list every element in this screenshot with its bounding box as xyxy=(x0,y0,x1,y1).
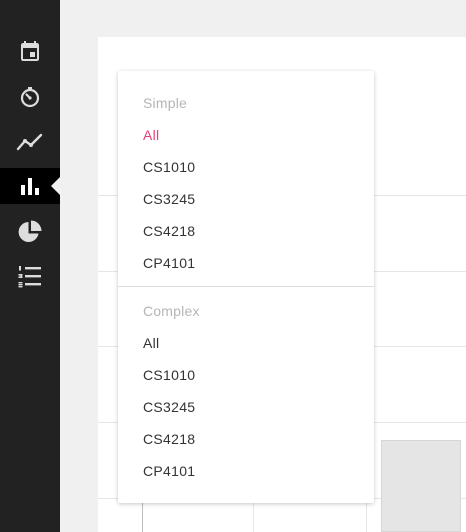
line-chart-icon xyxy=(16,133,43,151)
bar-chart-icon xyxy=(21,178,39,195)
option-simple-cs1010[interactable]: CS1010 xyxy=(143,159,195,175)
option-simple-cp4101[interactable]: CP4101 xyxy=(143,255,195,271)
option-simple-cs4218[interactable]: CS4218 xyxy=(143,223,195,239)
option-simple-all[interactable]: All xyxy=(143,127,159,143)
option-complex-cs1010[interactable]: CS1010 xyxy=(143,367,195,383)
numbered-list-icon xyxy=(18,266,41,288)
group-header-complex: Complex xyxy=(143,303,200,319)
option-complex-cs3245[interactable]: CS3245 xyxy=(143,399,195,415)
nav-item-timer[interactable] xyxy=(0,79,60,115)
sidebar xyxy=(0,0,60,532)
nav-item-calendar[interactable] xyxy=(0,33,60,69)
cell-block xyxy=(381,440,461,532)
nav-item-bar-chart[interactable] xyxy=(0,168,60,204)
option-complex-cs4218[interactable]: CS4218 xyxy=(143,431,195,447)
active-indicator xyxy=(51,177,60,195)
option-complex-cp4101[interactable]: CP4101 xyxy=(143,463,195,479)
pie-chart-icon xyxy=(18,220,42,242)
nav-item-trend[interactable] xyxy=(0,124,60,160)
group-header-simple: Simple xyxy=(143,95,187,111)
nav-item-pie-chart[interactable] xyxy=(0,214,60,250)
option-simple-cs3245[interactable]: CS3245 xyxy=(143,191,195,207)
filter-dropdown-menu: Simple All CS1010 CS3245 CS4218 CP4101 C… xyxy=(118,71,374,503)
option-complex-all[interactable]: All xyxy=(143,335,159,351)
stopwatch-icon xyxy=(20,87,40,108)
menu-divider xyxy=(118,286,374,287)
nav-item-list[interactable] xyxy=(0,258,60,294)
calendar-icon xyxy=(21,41,39,61)
